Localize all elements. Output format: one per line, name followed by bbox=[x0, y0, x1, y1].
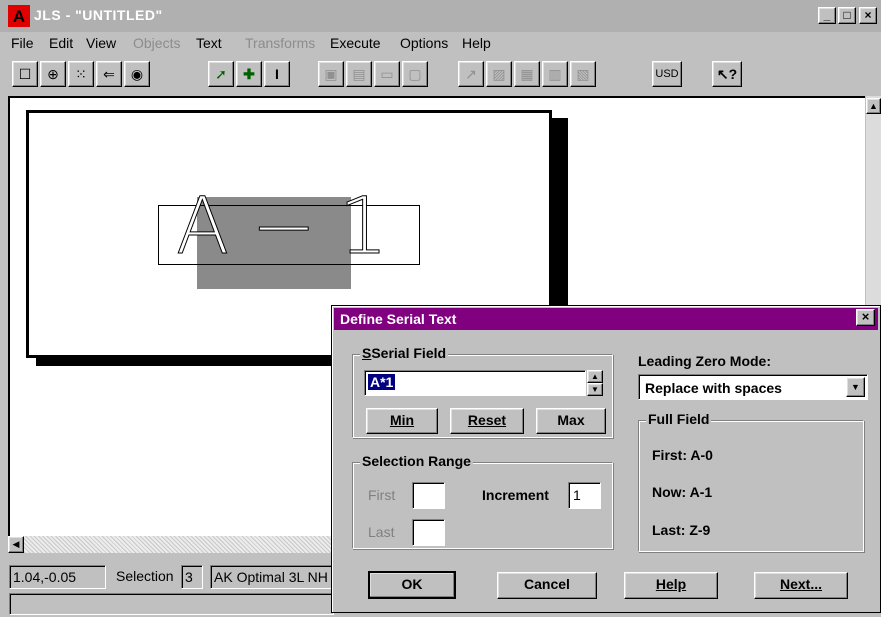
transform-tool-5-icon[interactable]: ▧ bbox=[570, 61, 596, 87]
menu-execute[interactable]: Execute bbox=[330, 35, 381, 51]
max-button[interactable]: Max bbox=[536, 408, 606, 434]
window-title: JLS - "UNTITLED" bbox=[34, 7, 163, 23]
min-button[interactable]: Min bbox=[366, 408, 438, 434]
min-button-label: Min bbox=[389, 412, 415, 428]
text-cursor-icon[interactable]: I bbox=[264, 61, 290, 87]
selection-label: Selection bbox=[116, 568, 174, 584]
status-message-field bbox=[9, 593, 334, 615]
leading-zero-label: Leading Zero Mode: bbox=[638, 353, 771, 369]
spin-up-icon[interactable]: ▲ bbox=[587, 370, 603, 383]
maximize-button[interactable]: □ bbox=[838, 7, 856, 24]
align-tool-2-icon[interactable]: ▤ bbox=[346, 61, 372, 87]
menu-options[interactable]: Options bbox=[400, 35, 448, 51]
serial-text-preview: A−1 bbox=[175, 182, 411, 272]
define-serial-text-dialog: Define Serial Text × SSerial Field A*1 ▲… bbox=[331, 305, 881, 613]
menu-bar: File Edit View Objects Text Transforms E… bbox=[0, 32, 881, 56]
font-name-readout: AK Optimal 3L NH bbox=[210, 565, 335, 589]
eye-icon[interactable]: ◉ bbox=[124, 61, 150, 87]
scroll-left-arrow-icon[interactable]: ◀ bbox=[8, 536, 24, 553]
toolbar: ☐ ⊕ ⁙ ⇐ ◉ ➚ ✚ I ▣ ▤ ▭ ▢ ↗ ▨ ▦ ▥ ▧ USD ↖? bbox=[0, 57, 881, 95]
align-tool-4-icon[interactable]: ▢ bbox=[402, 61, 428, 87]
align-tool-3-icon[interactable]: ▭ bbox=[374, 61, 400, 87]
transform-tool-4-icon[interactable]: ▥ bbox=[542, 61, 568, 87]
last-label: Last bbox=[368, 524, 395, 540]
full-field-first: First: A-0 bbox=[652, 447, 713, 463]
reset-button[interactable]: Reset bbox=[450, 408, 524, 434]
grid-icon[interactable]: ⁙ bbox=[68, 61, 94, 87]
menu-edit[interactable]: Edit bbox=[49, 35, 73, 51]
increment-input[interactable]: 1 bbox=[568, 482, 601, 509]
cancel-button[interactable]: Cancel bbox=[497, 572, 597, 599]
increment-label: Increment bbox=[482, 487, 549, 503]
leading-zero-select[interactable]: Replace with spaces bbox=[638, 374, 868, 400]
serial-field-value: A*1 bbox=[368, 374, 396, 390]
align-tool-1-icon[interactable]: ▣ bbox=[318, 61, 344, 87]
next-button-label: Next... bbox=[779, 576, 822, 592]
menu-text[interactable]: Text bbox=[196, 35, 222, 51]
menu-transforms[interactable]: Transforms bbox=[245, 35, 315, 51]
spin-down-icon[interactable]: ▼ bbox=[587, 383, 603, 396]
context-help-icon[interactable]: ↖? bbox=[712, 61, 742, 87]
selection-count: 3 bbox=[181, 565, 203, 589]
leading-zero-value: Replace with spaces bbox=[645, 380, 782, 396]
new-page-icon[interactable]: ☐ bbox=[12, 61, 38, 87]
title-bar: A JLS - "UNTITLED" _ □ × bbox=[0, 0, 881, 32]
next-button[interactable]: Next... bbox=[754, 572, 848, 599]
scroll-up-arrow-icon[interactable]: ▲ bbox=[866, 98, 881, 114]
first-input[interactable] bbox=[412, 482, 445, 509]
dialog-title: Define Serial Text bbox=[334, 308, 878, 330]
minimize-button[interactable]: _ bbox=[818, 7, 836, 24]
full-field-now: Now: A-1 bbox=[652, 484, 713, 500]
help-button[interactable]: Help bbox=[624, 572, 718, 599]
transform-tool-3-icon[interactable]: ▦ bbox=[514, 61, 540, 87]
menu-view[interactable]: View bbox=[86, 35, 116, 51]
add-tool-icon[interactable]: ✚ bbox=[236, 61, 262, 87]
menu-objects[interactable]: Objects bbox=[133, 35, 180, 51]
pointer-tool-icon[interactable]: ➚ bbox=[208, 61, 234, 87]
close-button[interactable]: × bbox=[859, 7, 877, 24]
last-input[interactable] bbox=[412, 519, 445, 546]
serial-field-label: SSerial Field bbox=[360, 345, 449, 361]
back-arrow-icon[interactable]: ⇐ bbox=[96, 61, 122, 87]
ok-button[interactable]: OK bbox=[368, 571, 456, 599]
coordinates-readout: 1.04,-0.05 bbox=[9, 565, 106, 589]
reset-button-label: Reset bbox=[467, 412, 507, 428]
serial-field-input[interactable]: A*1 bbox=[364, 370, 586, 396]
first-label: First bbox=[368, 487, 396, 503]
help-button-label: Help bbox=[655, 576, 687, 592]
zoom-icon[interactable]: ⊕ bbox=[40, 61, 66, 87]
full-field-label: Full Field bbox=[646, 411, 712, 427]
app-logo-icon[interactable]: A bbox=[8, 5, 30, 27]
selection-range-label: Selection Range bbox=[360, 453, 473, 469]
dialog-close-button[interactable]: × bbox=[856, 309, 875, 326]
usd-button[interactable]: USD bbox=[652, 61, 682, 87]
transform-tool-2-icon[interactable]: ▨ bbox=[486, 61, 512, 87]
chevron-down-icon[interactable]: ▼ bbox=[846, 377, 865, 397]
full-field-last: Last: Z-9 bbox=[652, 522, 711, 538]
menu-file[interactable]: File bbox=[11, 35, 34, 51]
serial-field-label-text: Serial Field bbox=[371, 345, 447, 361]
transform-tool-1-icon[interactable]: ↗ bbox=[458, 61, 484, 87]
menu-help[interactable]: Help bbox=[462, 35, 491, 51]
